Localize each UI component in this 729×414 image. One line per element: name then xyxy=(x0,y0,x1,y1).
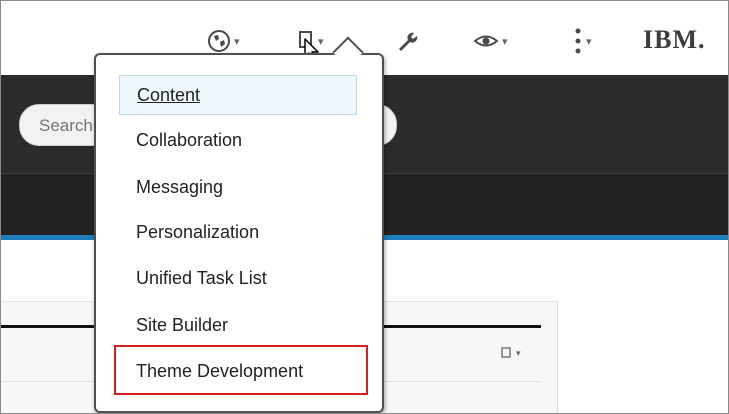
highlight-callout xyxy=(114,345,368,395)
portlet-menu-button[interactable]: ▾ xyxy=(501,347,521,359)
menu-item-label: Personalization xyxy=(136,221,260,242)
tools-button[interactable] xyxy=(395,23,419,59)
menu-item-collaboration[interactable]: Collaboration xyxy=(119,119,357,161)
menu-item-content[interactable]: Content xyxy=(119,75,357,115)
eye-icon xyxy=(473,35,499,47)
view-menu-button[interactable]: ▾ xyxy=(473,23,508,59)
ibm-logo: IBM. xyxy=(643,25,706,54)
menu-item-label: Content xyxy=(137,84,201,105)
chevron-down-icon: ▾ xyxy=(234,35,240,48)
menu-item-label: Site Builder xyxy=(136,314,229,335)
more-vertical-icon xyxy=(575,28,581,54)
menu-item-label: Messaging xyxy=(136,176,224,197)
page-icon xyxy=(501,347,511,358)
menu-item-label: Collaboration xyxy=(136,129,243,150)
chevron-down-icon: ▾ xyxy=(586,35,592,48)
menu-item-messaging[interactable]: Messaging xyxy=(119,166,357,208)
menu-item-personalization[interactable]: Personalization xyxy=(119,211,357,253)
chevron-down-icon: ▾ xyxy=(516,347,521,358)
globe-icon xyxy=(208,30,230,52)
menu-item-site-builder[interactable]: Site Builder xyxy=(119,304,357,346)
chevron-down-icon: ▾ xyxy=(502,35,508,48)
more-actions-button[interactable]: ▾ xyxy=(573,23,592,59)
wrench-icon xyxy=(399,32,418,51)
search-input[interactable] xyxy=(39,115,99,137)
menu-item-unified-task-list[interactable]: Unified Task List xyxy=(119,257,357,299)
menu-item-label: Unified Task List xyxy=(136,267,267,288)
portal-window: ▾ ▾ ▾ ▾ IBM. Search ▾ Content Collaborat… xyxy=(0,0,729,414)
